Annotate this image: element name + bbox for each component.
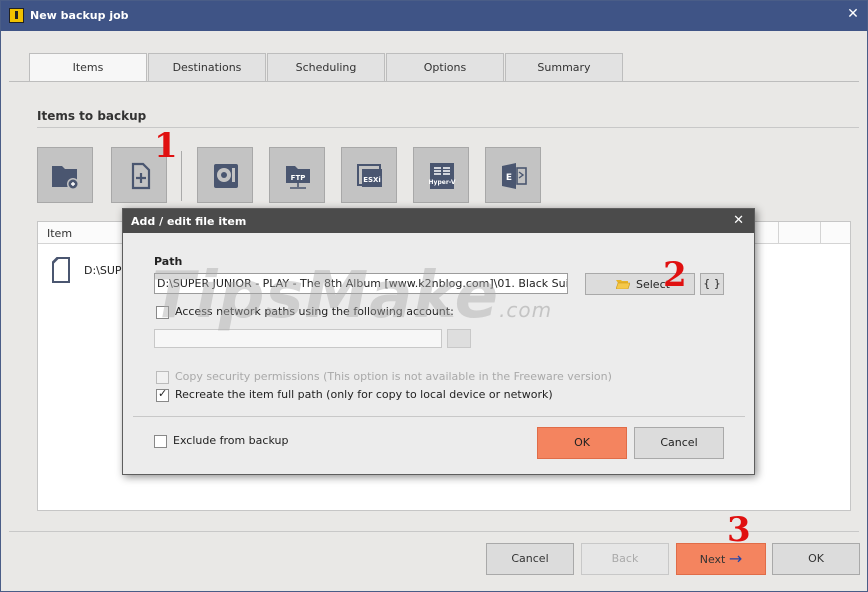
toolbar-separator (181, 151, 182, 201)
recreate-path-label: Recreate the item full path (only for co… (175, 388, 553, 401)
copy-permissions-checkbox[interactable] (156, 371, 169, 384)
disk-image-button[interactable] (197, 147, 253, 203)
next-button[interactable]: Next → (676, 543, 766, 575)
exchange-icon: E (502, 163, 527, 189)
tab-summary[interactable]: Summary (505, 53, 623, 81)
arrow-right-icon: → (728, 549, 743, 568)
dialog-titlebar: Add / edit file item ✕ (123, 209, 754, 233)
svg-text:E: E (506, 173, 512, 183)
backup-job-window: New backup job ✕ Items Destinations Sche… (0, 0, 868, 592)
column-item: Item (47, 227, 73, 240)
account-button[interactable] (447, 329, 471, 348)
tab-destinations[interactable]: Destinations (148, 53, 266, 81)
dialog-divider (133, 416, 745, 417)
app-logo-icon (9, 8, 24, 23)
annotation-1: 1 (154, 126, 178, 166)
path-label: Path (154, 255, 183, 268)
account-field[interactable] (154, 329, 442, 348)
dialog-close-icon[interactable]: ✕ (733, 213, 744, 228)
copy-permissions-label: Copy security permissions (This option i… (175, 370, 612, 383)
cancel-button[interactable]: Cancel (486, 543, 574, 575)
annotation-3: 3 (727, 510, 751, 550)
dialog-title: Add / edit file item (131, 215, 247, 228)
window-titlebar: New backup job ✕ (1, 1, 867, 31)
tab-items[interactable]: Items (29, 53, 147, 82)
disk-image-icon (214, 164, 238, 188)
recreate-path-checkbox[interactable] (156, 387, 169, 402)
hyper-v-icon: Hyper-V (429, 163, 456, 189)
esxi-button[interactable]: ESXi (341, 147, 397, 203)
dialog-cancel-button[interactable]: Cancel (634, 427, 724, 459)
items-section-title: Items to backup (37, 109, 147, 123)
dialog-ok-button[interactable]: OK (537, 427, 627, 459)
back-button[interactable]: Back (581, 543, 669, 575)
close-icon[interactable]: ✕ (845, 6, 861, 22)
tab-scheduling[interactable]: Scheduling (267, 53, 385, 81)
exchange-button[interactable]: E (485, 147, 541, 203)
network-account-checkbox[interactable] (156, 306, 169, 319)
annotation-2: 2 (663, 255, 687, 295)
network-account-label: Access network paths using the following… (175, 305, 454, 318)
column-divider (820, 222, 821, 244)
tab-options[interactable]: Options (386, 53, 504, 81)
ftp-button[interactable]: FTP (269, 147, 325, 203)
path-input[interactable]: D:\SUPER JUNIOR - PLAY - The 8th Album [… (154, 273, 568, 294)
file-icon (52, 257, 70, 283)
next-label: Next (699, 553, 726, 566)
window-title: New backup job (30, 9, 129, 22)
exclude-checkbox[interactable] (154, 435, 167, 448)
variables-button[interactable]: { } (700, 273, 724, 295)
ok-button[interactable]: OK (772, 543, 860, 575)
exclude-label: Exclude from backup (173, 434, 289, 447)
hyper-v-button[interactable]: Hyper-V (413, 147, 469, 203)
tab-divider (9, 81, 859, 82)
svg-text:ESXi: ESXi (363, 176, 381, 184)
svg-text:FTP: FTP (291, 174, 306, 182)
add-folder-button[interactable] (37, 147, 93, 203)
add-folder-icon (52, 166, 79, 190)
esxi-icon: ESXi (357, 164, 382, 187)
folder-open-icon (616, 280, 630, 289)
column-divider (778, 222, 779, 244)
file-item-dialog: Add / edit file item ✕ Path D:\SUPER JUN… (122, 208, 755, 475)
svg-text:Hyper-V: Hyper-V (429, 179, 456, 186)
ftp-icon: FTP (286, 166, 310, 189)
add-file-icon (131, 162, 151, 190)
